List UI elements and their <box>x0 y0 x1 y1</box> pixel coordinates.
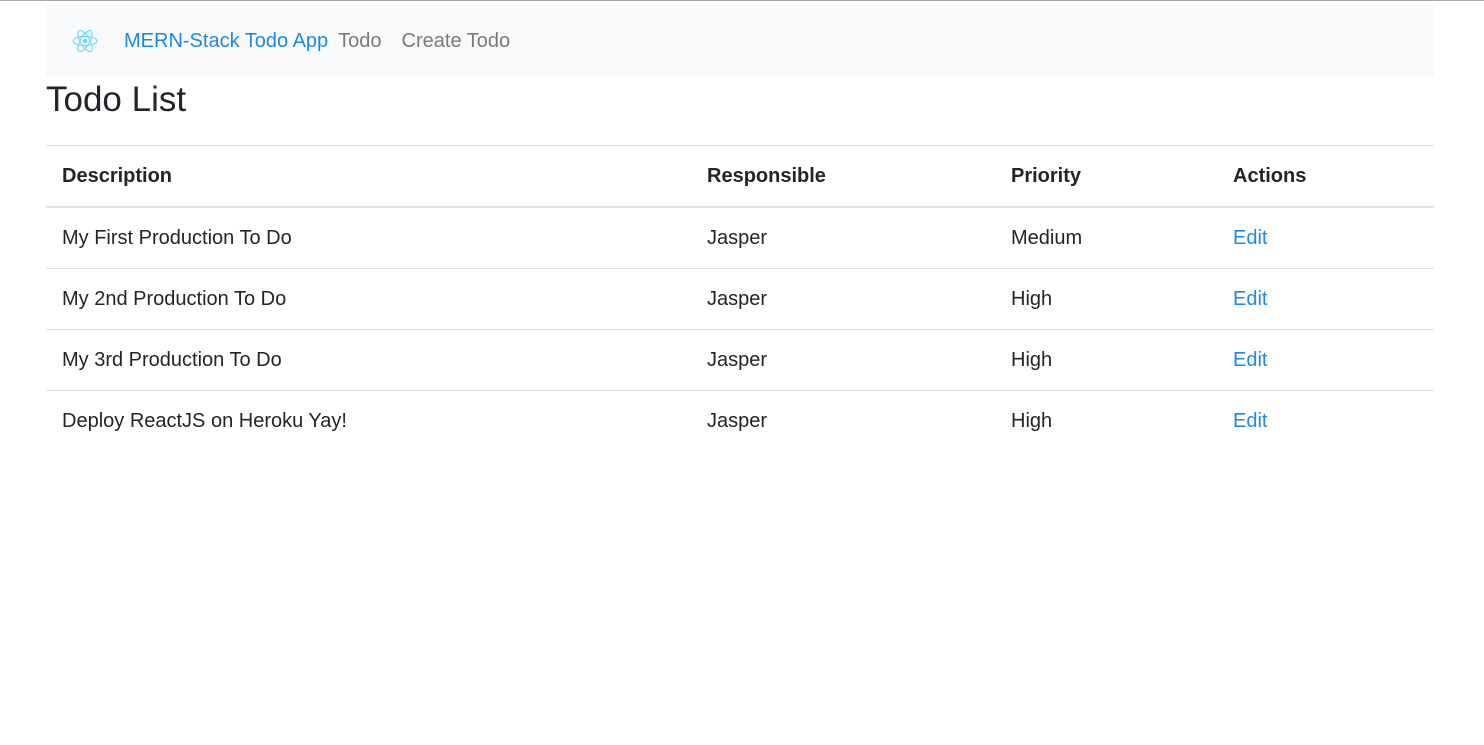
window-top-border <box>0 0 1484 1</box>
todo-priority: High <box>995 390 1217 451</box>
table-row: Deploy ReactJS on Heroku Yay! Jasper Hig… <box>46 390 1434 451</box>
todo-responsible: Jasper <box>691 390 995 451</box>
todo-responsible: Jasper <box>691 329 995 391</box>
todo-description: My 3rd Production To Do <box>46 329 691 391</box>
table-header-row: Description Responsible Priority Actions <box>46 145 1434 208</box>
table-row: My First Production To Do Jasper Medium … <box>46 207 1434 269</box>
todo-description: Deploy ReactJS on Heroku Yay! <box>46 390 691 451</box>
todo-description: My First Production To Do <box>62 226 292 249</box>
header-actions: Actions <box>1217 145 1434 208</box>
todo-actions: Edit <box>1217 207 1434 269</box>
header-description: Description <box>46 145 691 208</box>
todo-actions: Edit <box>1217 329 1434 391</box>
react-logo-icon[interactable] <box>70 26 100 56</box>
todo-priority: Medium <box>1011 226 1083 249</box>
page-container: MERN-Stack Todo App Todo Create Todo Tod… <box>46 5 1434 451</box>
todo-actions: Edit <box>1217 390 1434 451</box>
table-row: My 3rd Production To Do Jasper High Edit <box>46 329 1434 391</box>
page-title: Todo List <box>46 80 187 119</box>
navbar: MERN-Stack Todo App Todo Create Todo <box>46 5 1434 77</box>
table-row: My 2nd Production To Do Jasper High Edit <box>46 268 1434 330</box>
todo-table: Description Responsible Priority Actions… <box>46 145 1434 451</box>
header-responsible: Responsible <box>691 145 995 208</box>
edit-link[interactable]: Edit <box>1233 349 1267 371</box>
todo-actions: Edit <box>1217 268 1434 330</box>
edit-link[interactable]: Edit <box>1233 410 1267 432</box>
todo-priority: High <box>995 268 1217 330</box>
edit-link[interactable]: Edit <box>1233 288 1267 310</box>
nav-link-todo[interactable]: Todo <box>338 30 381 53</box>
todo-responsible: Jasper <box>707 226 768 249</box>
nav-link-create-todo[interactable]: Create Todo <box>402 30 511 53</box>
todo-priority: High <box>995 329 1217 391</box>
navbar-brand[interactable]: MERN-Stack Todo App <box>124 30 328 53</box>
todo-responsible: Jasper <box>691 268 995 330</box>
header-priority: Priority <box>995 145 1217 208</box>
edit-link[interactable]: Edit <box>1233 227 1267 249</box>
todo-description: My 2nd Production To Do <box>46 268 691 330</box>
